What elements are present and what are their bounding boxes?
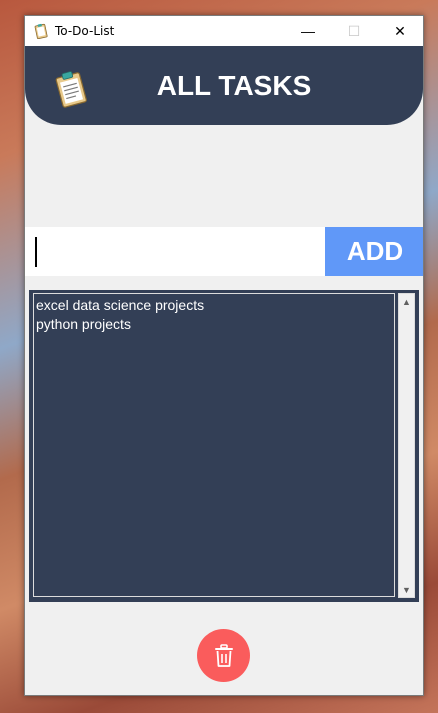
task-list-frame: excel data science projects python proje… (29, 290, 419, 602)
window-controls: — ☐ ✕ (285, 16, 423, 46)
list-item[interactable]: excel data science projects (36, 296, 392, 315)
title-bar[interactable]: To-Do-List — ☐ ✕ (25, 16, 423, 46)
vertical-scrollbar[interactable]: ▲ ▼ (398, 293, 415, 598)
text-caret (35, 237, 37, 267)
delete-button[interactable] (197, 629, 250, 682)
window-title: To-Do-List (55, 24, 115, 38)
close-button[interactable]: ✕ (377, 16, 423, 46)
app-window: To-Do-List — ☐ ✕ ALL TASKS ADD excel dat… (24, 15, 424, 696)
task-list[interactable]: excel data science projects python proje… (33, 293, 395, 597)
minimize-button[interactable]: — (285, 16, 331, 46)
scroll-down-arrow-icon[interactable]: ▼ (399, 582, 414, 597)
header-banner: ALL TASKS (25, 46, 423, 125)
maximize-button[interactable]: ☐ (331, 16, 377, 46)
page-title: ALL TASKS (156, 70, 312, 101)
task-input[interactable] (25, 227, 325, 276)
scroll-up-arrow-icon[interactable]: ▲ (399, 294, 414, 309)
list-item[interactable]: python projects (36, 315, 392, 334)
clipboard-icon (34, 23, 48, 39)
input-row: ADD (25, 227, 423, 276)
add-button[interactable]: ADD (325, 227, 423, 276)
trash-icon (214, 643, 233, 667)
